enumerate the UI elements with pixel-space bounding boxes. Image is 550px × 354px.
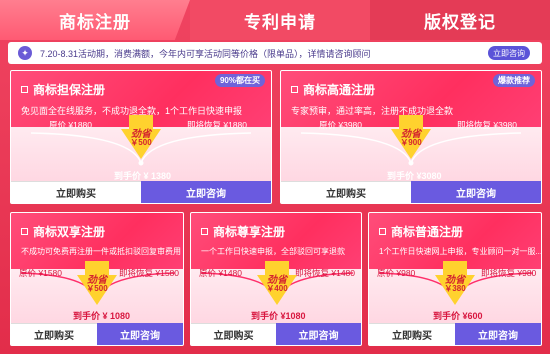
card-title: 商标担保注册 bbox=[33, 83, 106, 97]
original-price: 原价 ¥1480 bbox=[199, 268, 242, 278]
restore-price: 即将恢复 ¥1480 bbox=[295, 268, 355, 278]
card-actions: 立即购买 立即咨询 bbox=[369, 323, 541, 345]
discount-arrow: 劲省 ￥400 bbox=[257, 261, 297, 305]
card-dual: 商标双享注册 不成功可免费再注册一件或抵扣驳回复审费用 原价 ¥1580 即将恢… bbox=[10, 212, 184, 346]
card-standard: 商标普通注册 1个工作日快速网上申报，专业顾问一对一服... 原价 ¥980 即… bbox=[368, 212, 542, 346]
consult-button[interactable]: 立即咨询 bbox=[97, 323, 183, 345]
discount-arrow: 劲省 ￥900 bbox=[391, 115, 431, 159]
tab-patent[interactable]: 专利申请 bbox=[190, 0, 370, 40]
original-price: 原价 ¥980 bbox=[377, 268, 416, 278]
price-area: 原价 ¥1580 即将恢复 ¥1580 劲省 ￥500 到手价 ¥ 1080 bbox=[11, 257, 183, 323]
square-icon bbox=[291, 86, 298, 93]
notice-text: 7.20-8.31活动期，消费满额，今年内可享活动同等价格（限单品），详情请咨询… bbox=[40, 48, 371, 59]
card-subtitle: 不成功可免费再注册一件或抵扣驳回复审费用 bbox=[21, 247, 181, 256]
consult-button[interactable]: 立即咨询 bbox=[455, 323, 541, 345]
final-price: 到手价 ¥600 bbox=[433, 311, 483, 321]
card-subtitle: 1个工作日快速网上申报，专业顾问一对一服... bbox=[379, 247, 542, 256]
tab-trademark[interactable]: 商标注册 bbox=[0, 0, 190, 40]
tab-copyright[interactable]: 版权登记 bbox=[370, 0, 550, 40]
square-icon bbox=[21, 228, 28, 235]
card-actions: 立即购买 立即咨询 bbox=[281, 181, 541, 203]
discount-arrow: 劲省 ￥500 bbox=[121, 115, 161, 159]
price-area: 原价 ¥1880 即将恢复 ¥1880 劲省 ￥500 到手价 ¥ 1380 bbox=[11, 107, 271, 183]
price-area: 原价 ¥3980 即将恢复 ¥3980 劲省 ￥900 到手价 ¥3080 bbox=[281, 107, 541, 183]
restore-price: 即将恢复 ¥980 bbox=[481, 268, 537, 278]
card-title: 商标尊享注册 bbox=[213, 225, 286, 239]
discount-arrow: 劲省 ￥500 bbox=[77, 261, 117, 305]
consult-button[interactable]: 立即咨询 bbox=[411, 181, 541, 203]
original-price: 原价 ¥1580 bbox=[19, 268, 62, 278]
square-icon bbox=[379, 228, 386, 235]
price-area: 原价 ¥980 即将恢复 ¥980 劲省 ￥380 到手价 ¥600 bbox=[369, 257, 541, 323]
discount-arrow: 劲省 ￥380 bbox=[435, 261, 475, 305]
hot-badge: 爆款推荐 bbox=[493, 74, 535, 87]
notice-consult-button[interactable]: 立即咨询 bbox=[488, 46, 530, 60]
price-area: 原价 ¥1480 即将恢复 ¥1480 劲省 ￥400 到手价 ¥1080 bbox=[191, 257, 361, 323]
final-price: 到手价 ¥ 1080 bbox=[73, 311, 131, 321]
buy-button[interactable]: 立即购买 bbox=[11, 323, 97, 345]
card-actions: 立即购买 立即咨询 bbox=[191, 323, 361, 345]
square-icon bbox=[21, 86, 28, 93]
square-icon bbox=[201, 228, 208, 235]
card-guarantee: 商标担保注册 免见面全在线服务，不成功退全款，1个工作日快速申报 90%都在买 … bbox=[10, 70, 272, 204]
buy-button[interactable]: 立即购买 bbox=[281, 181, 411, 203]
restore-price: 即将恢复 ¥1580 bbox=[119, 268, 179, 278]
original-price: 原价 ¥3980 bbox=[319, 120, 362, 130]
card-title: 商标普通注册 bbox=[391, 225, 464, 239]
card-actions: 立即购买 立即咨询 bbox=[11, 323, 183, 345]
page: 商标注册 专利申请 版权登记 ✦ 7.20-8.31活动期，消费满额，今年内可享… bbox=[0, 0, 550, 354]
buy-button[interactable]: 立即购买 bbox=[11, 181, 141, 203]
buy-button[interactable]: 立即购买 bbox=[369, 323, 455, 345]
tab-bar: 商标注册 专利申请 版权登记 bbox=[0, 0, 550, 40]
buy-button[interactable]: 立即购买 bbox=[191, 323, 276, 345]
megaphone-icon: ✦ bbox=[18, 46, 32, 60]
restore-price: 即将恢复 ¥1880 bbox=[187, 120, 247, 130]
card-high-pass: 商标高通注册 专家预审，通过率高，注册不成功退全款 爆款推荐 原价 ¥3980 … bbox=[280, 70, 542, 204]
popular-badge: 90%都在买 bbox=[214, 74, 265, 87]
card-premium: 商标尊享注册 一个工作日快速申报，全部驳回可享退款 原价 ¥1480 即将恢复 … bbox=[190, 212, 362, 346]
final-price: 到手价 ¥1080 bbox=[251, 311, 306, 321]
card-actions: 立即购买 立即咨询 bbox=[11, 181, 271, 203]
card-subtitle: 一个工作日快速申报，全部驳回可享退款 bbox=[201, 247, 345, 256]
consult-button[interactable]: 立即咨询 bbox=[276, 323, 361, 345]
restore-price: 即将恢复 ¥3980 bbox=[457, 120, 517, 130]
promo-notice: ✦ 7.20-8.31活动期，消费满额，今年内可享活动同等价格（限单品），详情请… bbox=[8, 42, 542, 64]
consult-button[interactable]: 立即咨询 bbox=[141, 181, 271, 203]
card-title: 商标双享注册 bbox=[33, 225, 106, 239]
card-title: 商标高通注册 bbox=[303, 83, 376, 97]
original-price: 原价 ¥1880 bbox=[49, 120, 92, 130]
